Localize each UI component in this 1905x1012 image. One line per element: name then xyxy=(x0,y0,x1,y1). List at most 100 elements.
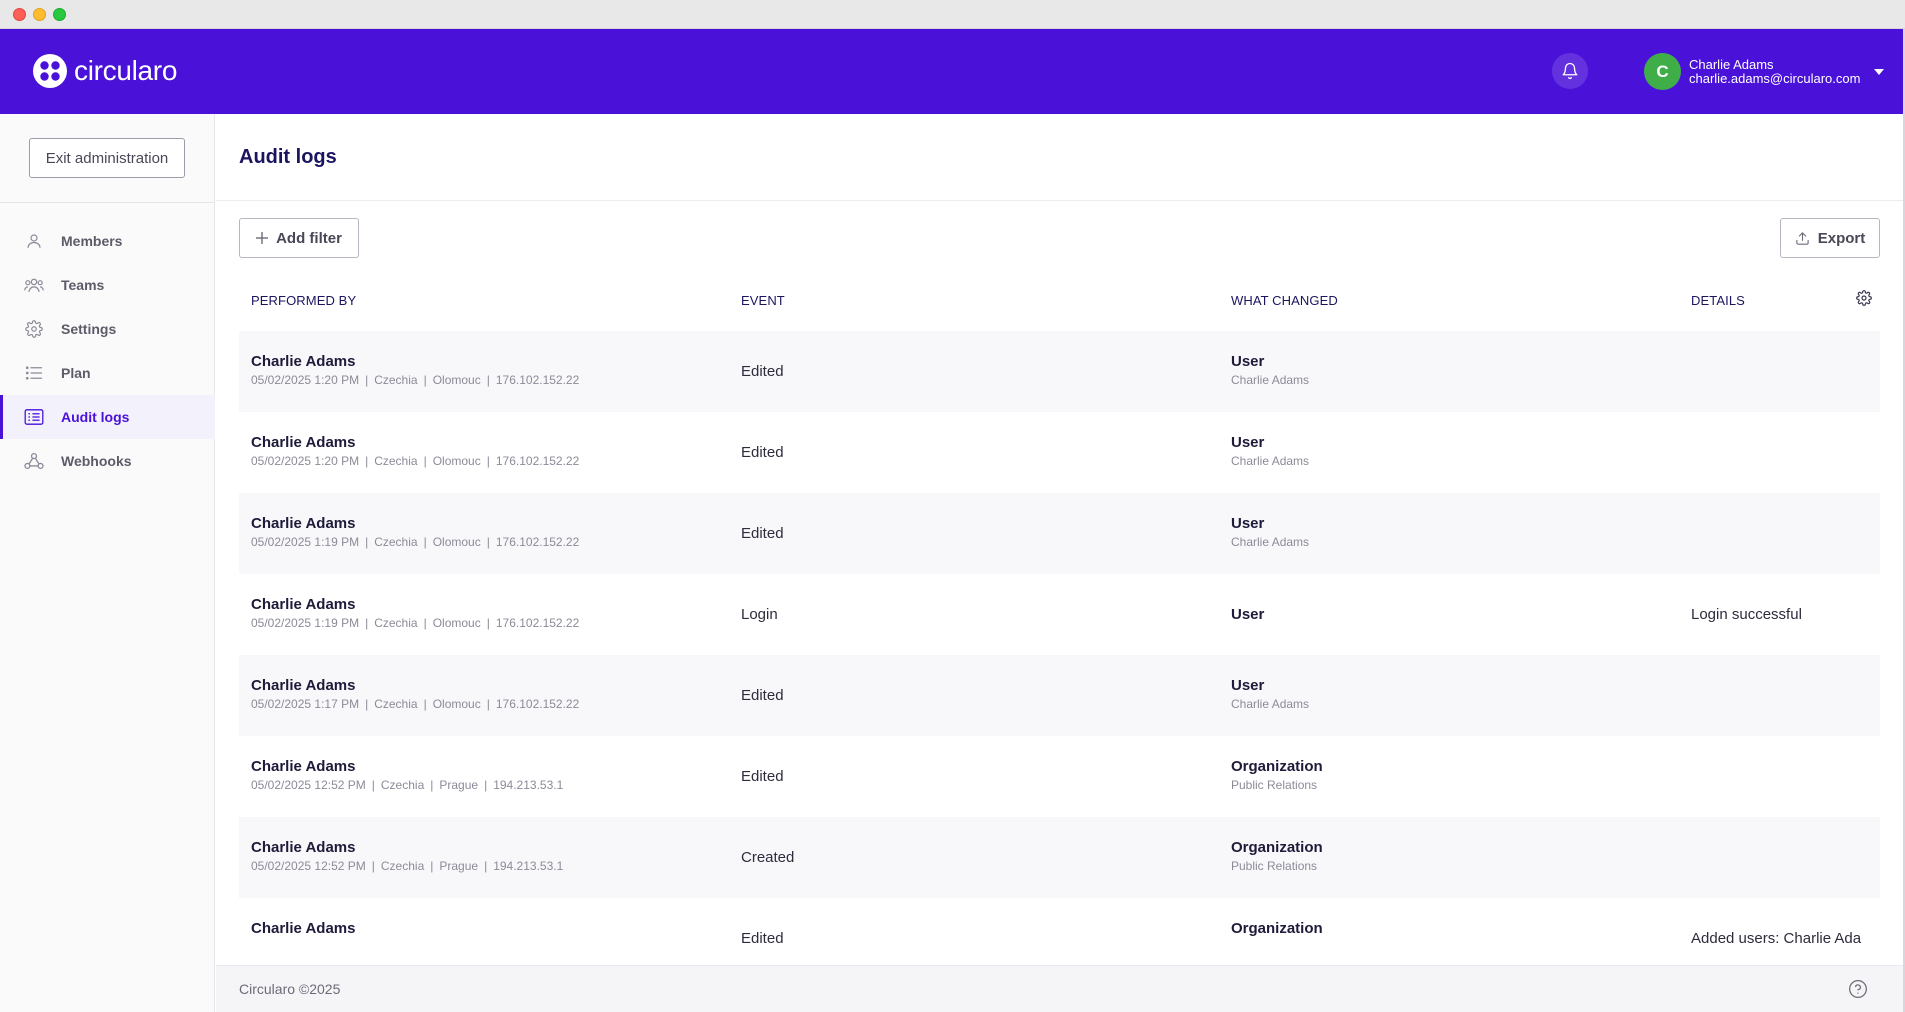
close-window-button[interactable] xyxy=(13,8,26,21)
app-logo[interactable]: circularo xyxy=(32,53,177,89)
log-country: Czechia xyxy=(374,616,418,630)
table-row[interactable]: Charlie Adams 05/02/2025 1:17 PM | Czechia… xyxy=(239,655,1880,736)
details-cell: Added users: Charlie Ada xyxy=(1691,930,1862,947)
sidebar-item-members[interactable]: Members xyxy=(0,219,215,263)
performed-by-name: Charlie Adams xyxy=(251,920,356,937)
chevron-down-icon xyxy=(1874,68,1885,75)
sidebar-item-webhooks[interactable]: Webhooks xyxy=(0,439,215,483)
admin-sidebar: Exit administration Members Teams Settin… xyxy=(0,114,215,1012)
what-changed-subtitle: Charlie Adams xyxy=(1231,535,1310,549)
log-city: Olomouc xyxy=(432,373,481,387)
what-changed-subtitle: Charlie Adams xyxy=(1231,373,1310,387)
add-filter-label: Add filter xyxy=(276,229,342,247)
performed-by-name: Charlie Adams xyxy=(251,758,356,775)
event-cell: Login xyxy=(741,606,778,623)
what-changed-title: Organization xyxy=(1231,758,1323,775)
sidebar-item-plan[interactable]: Plan xyxy=(0,351,215,395)
table-row[interactable]: Charlie Adams 05/02/2025 1:20 PM | Czechia… xyxy=(239,412,1880,493)
what-changed-subtitle: Public Relations xyxy=(1231,778,1318,792)
what-changed-title: Organization xyxy=(1231,920,1323,937)
performed-by-meta: 05/02/2025 1:20 PM | Czechia | Olomouc | 176.1… xyxy=(251,373,580,387)
person-icon xyxy=(24,231,44,251)
log-city: Olomouc xyxy=(432,454,481,468)
what-changed-title: Organization xyxy=(1231,839,1323,856)
table-header: PERFORMED BY EVENT WHAT CHANGED DETAILS xyxy=(239,269,1880,331)
event-cell: Edited xyxy=(741,930,784,947)
what-changed-title: User xyxy=(1231,515,1265,532)
log-country: Czechia xyxy=(374,535,418,549)
sidebar-item-label: Settings xyxy=(61,321,117,337)
webhook-icon xyxy=(24,451,44,471)
what-changed-title: User xyxy=(1231,677,1265,694)
event-cell: Edited xyxy=(741,444,784,461)
sidebar-item-settings[interactable]: Settings xyxy=(0,307,215,351)
event-cell: Created xyxy=(741,849,795,866)
event-cell: Edited xyxy=(741,687,784,704)
performed-by-meta: 05/02/2025 1:19 PM | Czechia | Olomouc | 176.1… xyxy=(251,535,580,549)
avatar: C xyxy=(1644,53,1681,90)
export-label: Export xyxy=(1817,229,1866,247)
performed-by-name: Charlie Adams xyxy=(251,677,356,694)
what-changed-title: User xyxy=(1231,353,1265,370)
log-datetime: 05/02/2025 12:52 PM xyxy=(251,778,366,792)
column-header-details[interactable]: DETAILS xyxy=(1691,293,1745,308)
what-changed-subtitle: Public Relations xyxy=(1231,859,1318,873)
log-country: Czechia xyxy=(380,778,425,792)
minimize-window-button[interactable] xyxy=(33,8,46,21)
table-row[interactable]: Charlie Adams 05/02/2025 1:19 PM | Czechia… xyxy=(239,574,1880,655)
log-city: Prague xyxy=(439,778,479,792)
performed-by-meta: 05/02/2025 1:19 PM | Czechia | Olomouc | 176.1… xyxy=(251,616,580,630)
user-menu[interactable]: C Charlie Adams charlie.adams@circularo.… xyxy=(1644,53,1885,90)
column-header-performed-by[interactable]: PERFORMED BY xyxy=(251,293,356,308)
add-filter-button[interactable]: Add filter xyxy=(239,218,359,258)
help-icon[interactable] xyxy=(1848,979,1868,1004)
bell-icon xyxy=(1562,62,1578,80)
what-changed-title: User xyxy=(1231,606,1265,623)
log-datetime: 05/02/2025 1:20 PM xyxy=(251,454,360,468)
log-city: Olomouc xyxy=(432,616,481,630)
column-header-what-changed[interactable]: WHAT CHANGED xyxy=(1231,293,1338,308)
sidebar-item-label: Teams xyxy=(61,277,105,293)
sidebar-item-teams[interactable]: Teams xyxy=(0,263,215,307)
user-email: charlie.adams@circularo.com xyxy=(1689,70,1861,86)
log-datetime: 05/02/2025 1:19 PM xyxy=(251,535,360,549)
upload-icon xyxy=(1796,231,1809,245)
log-city: Olomouc xyxy=(432,535,481,549)
circularo-logo-icon xyxy=(33,54,67,88)
log-ip: 176.102.152.22 xyxy=(495,373,580,387)
table-row[interactable]: Charlie Adams 05/02/2025 1:19 PM | Czechia… xyxy=(239,493,1880,574)
sidebar-divider xyxy=(0,202,215,203)
log-ip: 194.213.53.1 xyxy=(493,778,564,792)
sidebar-item-audit-logs[interactable]: Audit logs xyxy=(0,395,215,439)
performed-by-meta: 05/02/2025 12:52 PM | Czechia | Prague | 194.2… xyxy=(251,859,564,873)
log-city: Olomouc xyxy=(432,697,481,711)
main-content: Audit logs Add filter Export PERFORMED B… xyxy=(216,114,1905,1012)
performed-by-name: Charlie Adams xyxy=(251,353,356,370)
sidebar-nav: Members Teams Settings Plan Audit logs W… xyxy=(0,219,215,483)
people-icon xyxy=(24,275,44,295)
log-ip: 194.213.53.1 xyxy=(493,859,564,873)
log-country: Czechia xyxy=(374,373,418,387)
sidebar-item-label: Members xyxy=(61,233,123,249)
column-header-event[interactable]: EVENT xyxy=(741,293,785,308)
table-row[interactable]: Charlie Adams 05/02/2025 1:20 PM | Czechia… xyxy=(239,331,1880,412)
event-cell: Edited xyxy=(741,363,784,380)
notifications-button[interactable] xyxy=(1552,53,1588,89)
maximize-window-button[interactable] xyxy=(53,8,66,21)
column-settings-icon[interactable] xyxy=(1856,290,1872,309)
performed-by-name: Charlie Adams xyxy=(251,839,356,856)
performed-by-meta: 05/02/2025 1:20 PM | Czechia | Olomouc | 176.1… xyxy=(251,454,580,468)
log-icon xyxy=(24,407,44,427)
log-country: Czechia xyxy=(380,859,425,873)
app-name: circularo xyxy=(74,55,178,86)
title-divider xyxy=(216,200,1905,201)
exit-administration-button[interactable]: Exit administration xyxy=(29,138,185,178)
export-button[interactable]: Export xyxy=(1780,218,1880,258)
audit-log-table: PERFORMED BY EVENT WHAT CHANGED DETAILS … xyxy=(239,269,1880,979)
log-datetime: 05/02/2025 1:19 PM xyxy=(251,616,360,630)
log-country: Czechia xyxy=(374,697,418,711)
table-row[interactable]: Charlie Adams 05/02/2025 12:52 PM | Czechi… xyxy=(239,817,1880,898)
list-icon xyxy=(24,363,44,383)
sidebar-item-label: Plan xyxy=(61,365,91,381)
table-row[interactable]: Charlie Adams 05/02/2025 12:52 PM | Czechi… xyxy=(239,736,1880,817)
